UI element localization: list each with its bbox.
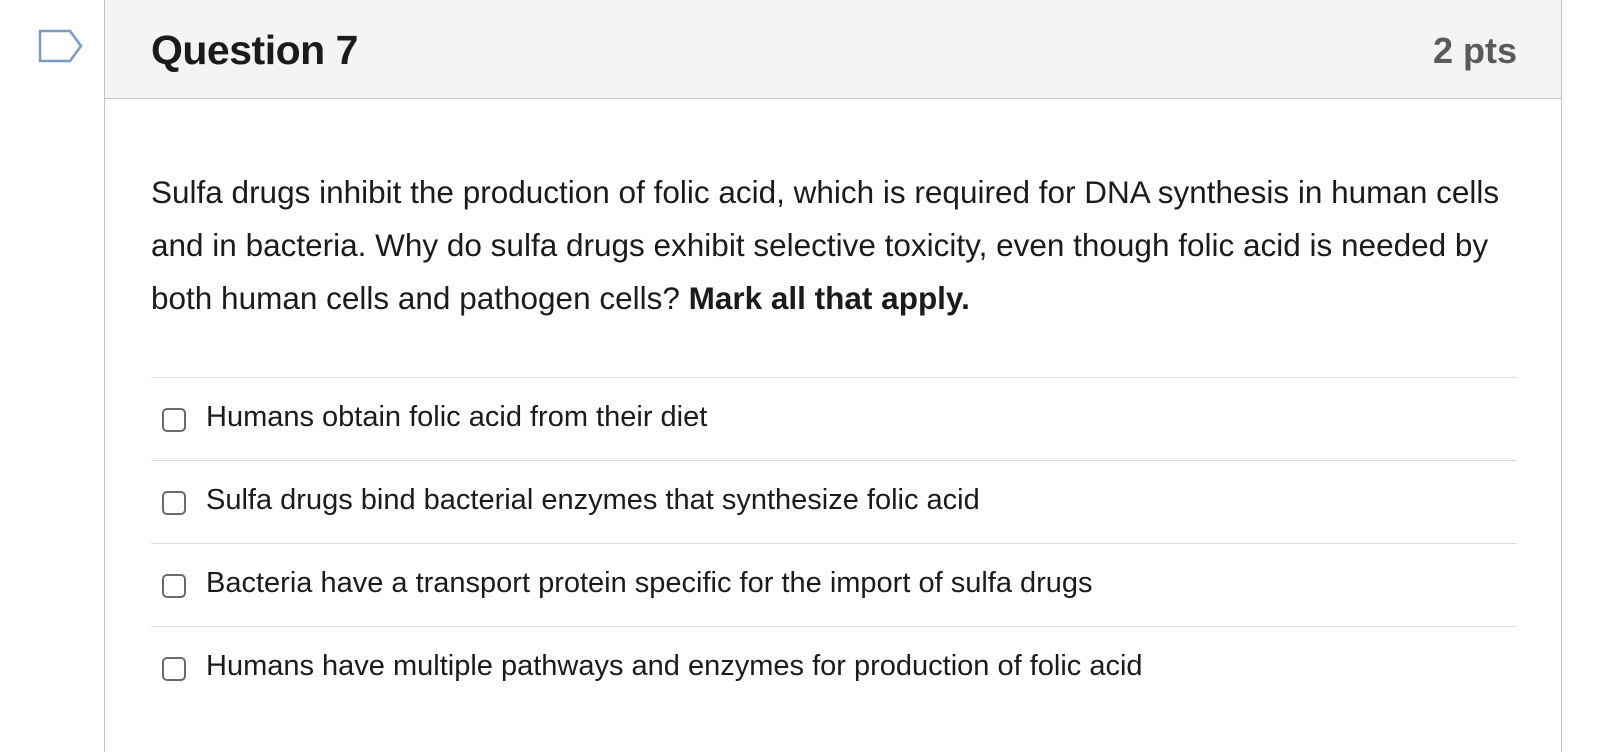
answer-checkbox[interactable] <box>162 574 186 598</box>
question-header: Question 7 2 pts <box>105 0 1561 99</box>
question-card: Question 7 2 pts Sulfa drugs inhibit the… <box>104 0 1562 752</box>
question-prompt: Sulfa drugs inhibit the production of fo… <box>151 166 1517 325</box>
question-points: 2 pts <box>1432 30 1517 71</box>
answer-checkbox[interactable] <box>162 657 186 681</box>
answer-checkbox[interactable] <box>162 491 186 515</box>
answer-option[interactable]: Bacteria have a transport protein specif… <box>151 543 1517 626</box>
quiz-page: Question 7 2 pts Sulfa drugs inhibit the… <box>0 0 1599 752</box>
answer-list: Humans obtain folic acid from their diet… <box>151 377 1517 709</box>
answer-option[interactable]: Sulfa drugs bind bacterial enzymes that … <box>151 460 1517 543</box>
flag-question-icon[interactable] <box>38 29 84 63</box>
question-prompt-emphasis: Mark all that apply. <box>688 280 970 316</box>
answer-checkbox[interactable] <box>162 408 186 432</box>
answer-option[interactable]: Humans have multiple pathways and enzyme… <box>151 626 1517 709</box>
answer-label[interactable]: Sulfa drugs bind bacterial enzymes that … <box>206 481 980 519</box>
answer-label[interactable]: Humans obtain folic acid from their diet <box>206 398 707 436</box>
answer-label[interactable]: Humans have multiple pathways and enzyme… <box>206 647 1143 685</box>
answer-label[interactable]: Bacteria have a transport protein specif… <box>206 564 1093 602</box>
answer-option[interactable]: Humans obtain folic acid from their diet <box>151 377 1517 460</box>
question-title: Question 7 <box>151 27 358 73</box>
